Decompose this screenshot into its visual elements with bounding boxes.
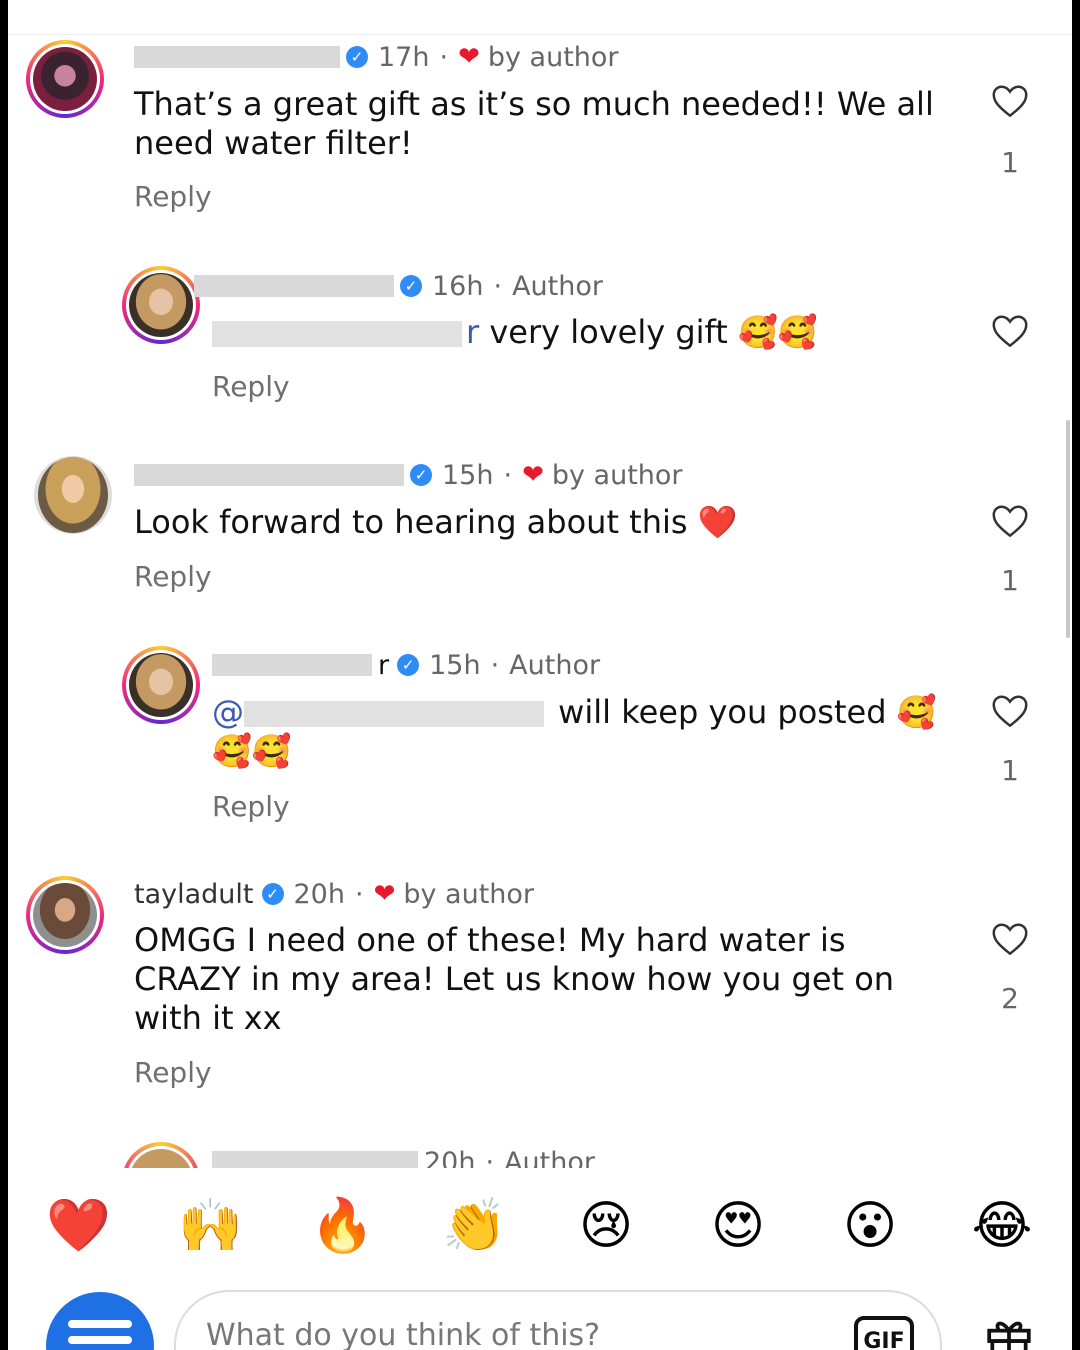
comment-text: Look forward to hearing about this ❤️ [134,503,738,541]
username-partial[interactable]: tayladult [134,879,254,910]
username-redacted[interactable] [134,46,340,68]
heart-filled-icon: ❤ [373,879,396,909]
comment-meta: 20h · Author [212,1142,595,1170]
comment-time: 15h [429,649,481,681]
heart-outline-icon [992,923,1028,956]
reply-button[interactable]: Reply [212,790,290,823]
heart-filled-icon: ❤ [458,42,480,72]
emoji-crying[interactable]: 😢 [574,1194,638,1258]
verified-badge-icon: ✓ [410,464,432,486]
author-label: Author [512,270,603,302]
verified-badge-icon: ✓ [261,883,284,905]
emoji-quick-bar: ❤️ 🙌 🔥 👏 😢 😍 😮 😂 [8,1168,1072,1278]
comment-meta: ✓ 16h · Author [194,266,603,306]
like-button[interactable] [990,84,1030,118]
like-button[interactable] [990,922,1030,956]
comment-body: very lovely gift 🥰🥰 [489,313,818,351]
username-redacted[interactable] [194,275,394,297]
comment-time: 20h [424,1146,476,1171]
like-count: 2 [1001,982,1019,1015]
emoji-surprised[interactable]: 😮 [838,1194,902,1258]
avatar[interactable] [122,1142,200,1170]
like-count: 1 [1001,754,1019,787]
heart-outline-icon [992,315,1028,348]
comment-time: 16h [432,270,484,302]
scrollbar[interactable] [1066,420,1070,638]
author-label: Author [504,1146,595,1171]
avatar[interactable] [122,646,200,724]
mention-head[interactable]: @ [212,693,244,731]
comment-meta: ✓ 15h · ❤ by author [134,455,683,495]
by-author-label: by author [487,41,619,73]
username-tail[interactable]: r [378,650,389,681]
emoji-fire[interactable]: 🔥 [310,1194,375,1258]
mention-redacted[interactable] [212,321,462,347]
verified-badge-icon: ✓ [346,46,368,68]
comment-body-line2: 🥰🥰 [212,732,292,770]
current-user-avatar[interactable] [46,1292,154,1350]
comment-time: 15h [442,459,494,491]
by-author-label: by author [403,878,535,910]
avatar[interactable] [26,876,104,954]
like-button[interactable] [990,314,1030,348]
comment-composer: GIF [8,1278,1072,1350]
emoji-heart[interactable]: ❤️ [46,1194,111,1258]
comment-meta: ✓ 17h · ❤ by author [134,37,619,77]
verified-badge-icon: ✓ [397,654,420,676]
heart-outline-icon [992,505,1028,538]
reply-button[interactable]: Reply [134,560,212,593]
comment-text: OMGG I need one of these! My hard water … [134,921,895,1037]
username-redacted[interactable] [134,464,404,486]
username-redacted[interactable] [212,654,372,676]
comment-body: will keep you posted 🥰 [558,693,937,731]
comment-text: r very lovely gift 🥰🥰 [212,313,1012,352]
gif-button[interactable]: GIF [854,1316,914,1350]
comment-input-box[interactable]: GIF [174,1290,942,1350]
avatar[interactable] [34,456,112,534]
mention-redacted[interactable] [244,701,544,727]
verified-badge-icon: ✓ [400,275,422,297]
comment-text: That’s a great gift as it’s so much need… [134,85,934,162]
by-author-label: by author [551,459,683,491]
like-count: 1 [1001,564,1019,597]
comment-text: @ will keep you posted 🥰 🥰🥰 [212,693,942,771]
avatar[interactable] [26,40,104,118]
avatar[interactable] [122,266,200,344]
heart-outline-icon [992,695,1028,728]
reply-button[interactable]: Reply [212,370,290,403]
reply-button[interactable]: Reply [134,1056,212,1089]
comment-time: 20h [293,878,345,910]
comment-time: 17h [378,41,430,73]
emoji-heart-eyes[interactable]: 😍 [706,1194,770,1258]
comment-meta: tayladult ✓ 20h · ❤ by author [134,878,535,910]
mention-tail[interactable]: r [466,313,479,351]
like-button[interactable] [990,504,1030,538]
comments-panel: ✓ 17h · ❤ by author That’s a great gift … [8,0,1072,1350]
emoji-laughing[interactable]: 😂 [970,1194,1034,1258]
emoji-raised-hands[interactable]: 🙌 [178,1194,243,1258]
heart-outline-icon [992,85,1028,118]
comment-meta: r ✓ 15h · Author [212,645,600,685]
like-count: 1 [1001,146,1019,179]
reply-button[interactable]: Reply [134,180,212,213]
gift-icon[interactable] [984,1314,1034,1350]
panel-top-divider [8,0,1072,35]
emoji-clap[interactable]: 👏 [442,1194,507,1258]
comment-input[interactable] [204,1312,808,1350]
heart-filled-icon: ❤ [522,460,544,490]
author-label: Author [509,649,601,681]
like-button[interactable] [990,694,1030,728]
reply-comment-item: 20h · Author [8,1140,1072,1170]
